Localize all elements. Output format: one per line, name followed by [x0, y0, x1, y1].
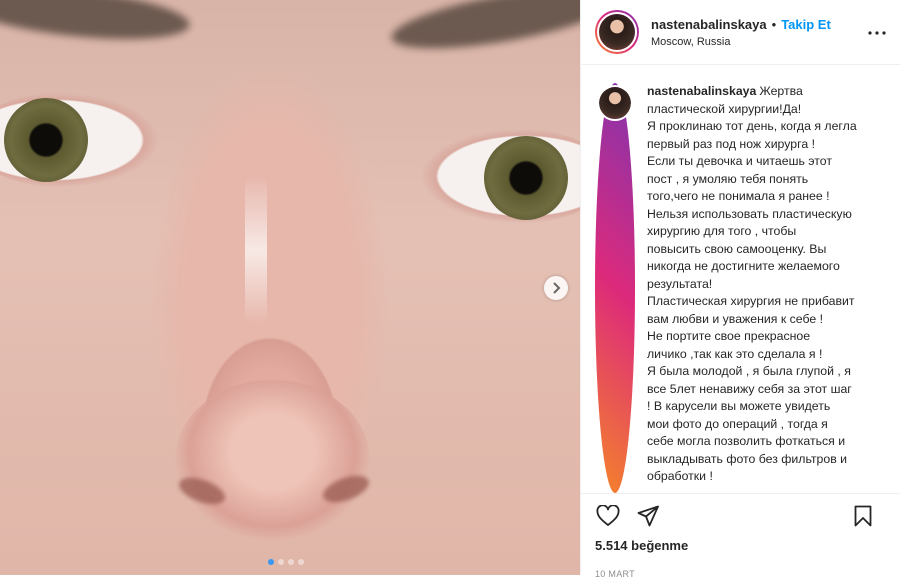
- post-actions: 5.514 beğenme 10 MART: [581, 493, 900, 579]
- caption-line: Если ты девочка и читаешь этот: [647, 154, 832, 168]
- like-count[interactable]: 5.514 beğenme: [581, 538, 900, 553]
- carousel-dot: [278, 559, 284, 565]
- nose: [175, 380, 370, 540]
- caption-line: Нельзя использовать пластическую: [647, 206, 852, 221]
- like-button[interactable]: [595, 503, 621, 529]
- carousel-indicator: [268, 559, 304, 565]
- avatar[interactable]: [599, 14, 635, 50]
- caption-line: мои фото до операций , тогда я: [647, 416, 828, 431]
- username-link[interactable]: nastenabalinskaya: [651, 17, 767, 32]
- paper-plane-icon: [637, 505, 659, 527]
- caption-line: себе могла позволить фоткаться и: [647, 434, 846, 448]
- caption-username[interactable]: nastenabalinskaya: [647, 84, 756, 98]
- eyebrow-left: [0, 0, 192, 48]
- heart-icon: [596, 505, 620, 526]
- caption-line: Пластическая хирургия не прибавит: [647, 294, 855, 308]
- post-date[interactable]: 10 MART: [581, 569, 900, 579]
- caption-line: хирургию для того , чтобы: [647, 224, 797, 238]
- post-media[interactable]: [0, 0, 580, 575]
- bookmark-icon: [854, 505, 872, 527]
- caption-line: вам любви и уважения к себе !: [647, 311, 824, 326]
- caption-line: первый раз под нож хирурга !: [647, 136, 815, 151]
- caption-line: обработки !: [647, 469, 713, 483]
- follow-button[interactable]: Takip Et: [781, 17, 831, 32]
- carousel-dot: [298, 559, 304, 565]
- carousel-dot: [288, 559, 294, 565]
- caption-line: Не портите свое прекрасное: [647, 329, 811, 343]
- caption-line: результата!: [647, 276, 713, 291]
- caption-line: пластической хирургии!Да!: [647, 101, 802, 116]
- caption-line: ! В карусели вы можете увидеть: [647, 399, 831, 413]
- caption-line: личико ,так как это сделала я !: [647, 346, 823, 361]
- carousel-next-button[interactable]: [544, 276, 568, 300]
- chevron-right-icon: [553, 282, 561, 294]
- instagram-post: nastenabalinskaya • Takip Et Moscow, Rus…: [0, 0, 900, 579]
- share-button[interactable]: [635, 503, 661, 529]
- caption-line: Жертва: [759, 84, 803, 98]
- caption-avatar-ring[interactable]: [595, 83, 635, 493]
- post-caption: nastenabalinskaya Жертва пластической хир…: [581, 65, 900, 493]
- eyebrow-right: [387, 0, 580, 61]
- ellipsis-icon: [868, 31, 886, 35]
- iris-left: [4, 98, 88, 182]
- carousel-dot: [268, 559, 274, 565]
- caption-avatar[interactable]: [599, 87, 631, 119]
- caption-line: повысить свою самооценку. Вы: [647, 241, 827, 256]
- caption-line: того,чего не понимала я ранее !: [647, 189, 830, 203]
- nose-highlight: [245, 175, 267, 325]
- caption-line: пост , я умоляю тебя понять: [647, 171, 809, 186]
- caption-line: все 5лет ненавижу себя за этот шаг: [647, 381, 852, 396]
- caption-line: Я проклинаю тот день, когда я легла: [647, 119, 857, 133]
- save-button[interactable]: [850, 503, 876, 529]
- caption-line: выкладывать фото без фильтров и: [647, 451, 848, 466]
- caption-text: nastenabalinskaya Жертва пластической хир…: [647, 83, 886, 493]
- avatar-ring[interactable]: [595, 10, 639, 54]
- post-header: nastenabalinskaya • Takip Et Moscow, Rus…: [581, 0, 900, 65]
- iris-right: [484, 136, 568, 220]
- location-link[interactable]: Moscow, Russia: [651, 36, 900, 48]
- caption-line: Я была молодой , я была глупой , я: [647, 364, 851, 378]
- more-options-button[interactable]: [868, 22, 886, 40]
- post-sidebar: nastenabalinskaya • Takip Et Moscow, Rus…: [580, 0, 900, 579]
- caption-line: никогда не достигните желаемого: [647, 259, 840, 273]
- separator-bullet: •: [771, 16, 777, 32]
